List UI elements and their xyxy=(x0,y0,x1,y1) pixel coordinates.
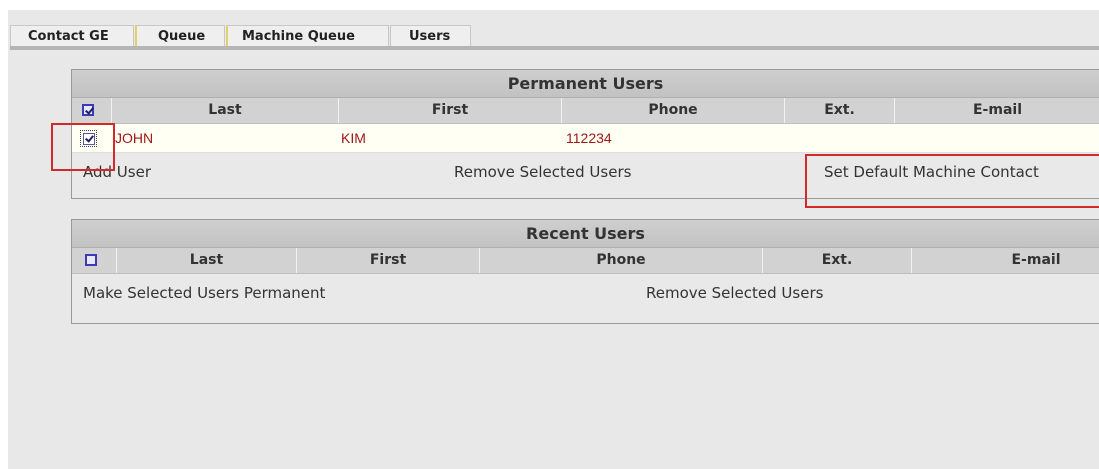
tab-contact-ge[interactable]: Contact GE xyxy=(10,25,134,46)
permanent-users-actions: Add User Remove Selected Users Set Defau… xyxy=(72,153,1099,191)
select-all-cell xyxy=(72,98,112,123)
tab-underline xyxy=(10,46,1099,50)
column-phone[interactable]: Phone xyxy=(562,98,785,123)
cell-last: JOHN xyxy=(115,130,154,146)
add-user-button[interactable]: Add User xyxy=(83,153,151,191)
recent-select-all-checkbox[interactable] xyxy=(85,254,97,266)
tab-machine-queue[interactable]: Machine Queue xyxy=(226,25,389,46)
recent-users-header: Last First Phone Ext. E-mail xyxy=(72,248,1099,274)
recent-column-last[interactable]: Last xyxy=(117,248,297,273)
recent-column-first[interactable]: First xyxy=(297,248,480,273)
make-selected-users-permanent-button[interactable]: Make Selected Users Permanent xyxy=(83,274,325,312)
column-first[interactable]: First xyxy=(339,98,562,123)
tab-users[interactable]: Users xyxy=(390,25,471,46)
recent-users-actions: Make Selected Users Permanent Remove Sel… xyxy=(72,274,1099,312)
column-email[interactable]: E-mail xyxy=(895,98,1099,123)
left-frame xyxy=(0,0,8,469)
column-ext[interactable]: Ext. xyxy=(785,98,895,123)
column-last[interactable]: Last xyxy=(112,98,339,123)
recent-select-all-cell xyxy=(72,248,117,273)
table-row[interactable]: JOHN KIM 112234 xyxy=(72,124,1099,153)
permanent-users-panel: Permanent Users Last First Phone Ext. E-… xyxy=(71,69,1099,199)
cell-first: KIM xyxy=(341,130,366,146)
remove-selected-users-button[interactable]: Remove Selected Users xyxy=(454,153,631,191)
tab-bar: Contact GE Queue Machine Queue Users xyxy=(10,25,472,47)
permanent-users-title: Permanent Users xyxy=(72,70,1099,98)
set-default-machine-contact-button[interactable]: Set Default Machine Contact xyxy=(824,153,1039,191)
cell-phone: 112234 xyxy=(566,130,612,146)
tab-queue[interactable]: Queue xyxy=(135,25,225,46)
recent-users-panel: Recent Users Last First Phone Ext. E-mai… xyxy=(71,219,1099,324)
top-frame xyxy=(0,0,1099,10)
recent-users-title: Recent Users xyxy=(72,220,1099,248)
row-checkbox[interactable] xyxy=(83,133,95,145)
recent-column-email[interactable]: E-mail xyxy=(912,248,1099,273)
recent-column-phone[interactable]: Phone xyxy=(480,248,763,273)
recent-column-ext[interactable]: Ext. xyxy=(763,248,912,273)
select-all-checkbox[interactable] xyxy=(82,104,94,116)
recent-remove-selected-users-button[interactable]: Remove Selected Users xyxy=(646,274,823,312)
permanent-users-header: Last First Phone Ext. E-mail xyxy=(72,98,1099,124)
